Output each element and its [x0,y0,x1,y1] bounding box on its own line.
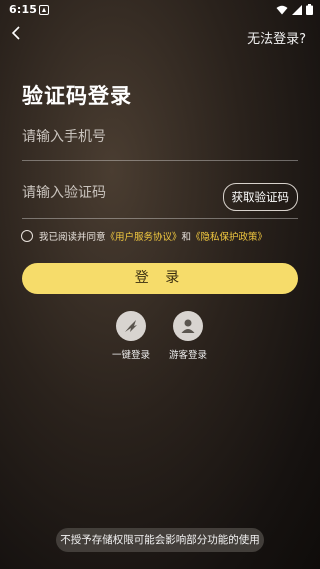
code-input[interactable] [22,185,222,201]
agreement-checkbox[interactable] [21,230,33,242]
wifi-icon [276,5,288,14]
one-click-login-label: 一键登录 [111,350,150,361]
agreement-row: 我已阅读并同意 《用户服务协议》 和 《隐私保护政策》 [21,229,267,243]
guest-login-label: 游客登录 [168,350,207,361]
login-button[interactable]: 登 录 [22,263,298,294]
status-time: 6:15 [9,3,38,16]
permission-toast: 不授予存储权限可能会影响部分功能的使用 [56,528,264,552]
back-arrow-icon[interactable] [8,24,26,42]
get-code-button[interactable]: 获取验证码 [222,183,298,211]
phone-input[interactable] [22,129,222,145]
agreement-conjunction: 和 [181,232,192,243]
page-title: 验证码登录 [22,84,132,108]
quick-login-icon[interactable] [116,311,146,341]
guest-icon[interactable] [173,311,203,341]
phone-field [22,126,298,161]
guest-login-option[interactable]: 游客登录 [158,311,218,361]
agreement-prefix: 我已阅读并同意 [39,232,106,243]
code-field: 获取验证码 [22,182,298,219]
signal-icon [292,4,302,15]
user-agreement-link[interactable]: 《用户服务协议》 [106,229,182,243]
cannot-login-link[interactable]: 无法登录? [247,28,306,47]
status-bar: 6:15 [0,0,320,20]
status-icons [276,4,313,15]
notification-icon [39,5,49,15]
one-click-login-option[interactable]: 一键登录 [101,311,161,361]
privacy-policy-link[interactable]: 《隐私保护政策》 [191,229,267,243]
battery-icon [306,4,313,15]
